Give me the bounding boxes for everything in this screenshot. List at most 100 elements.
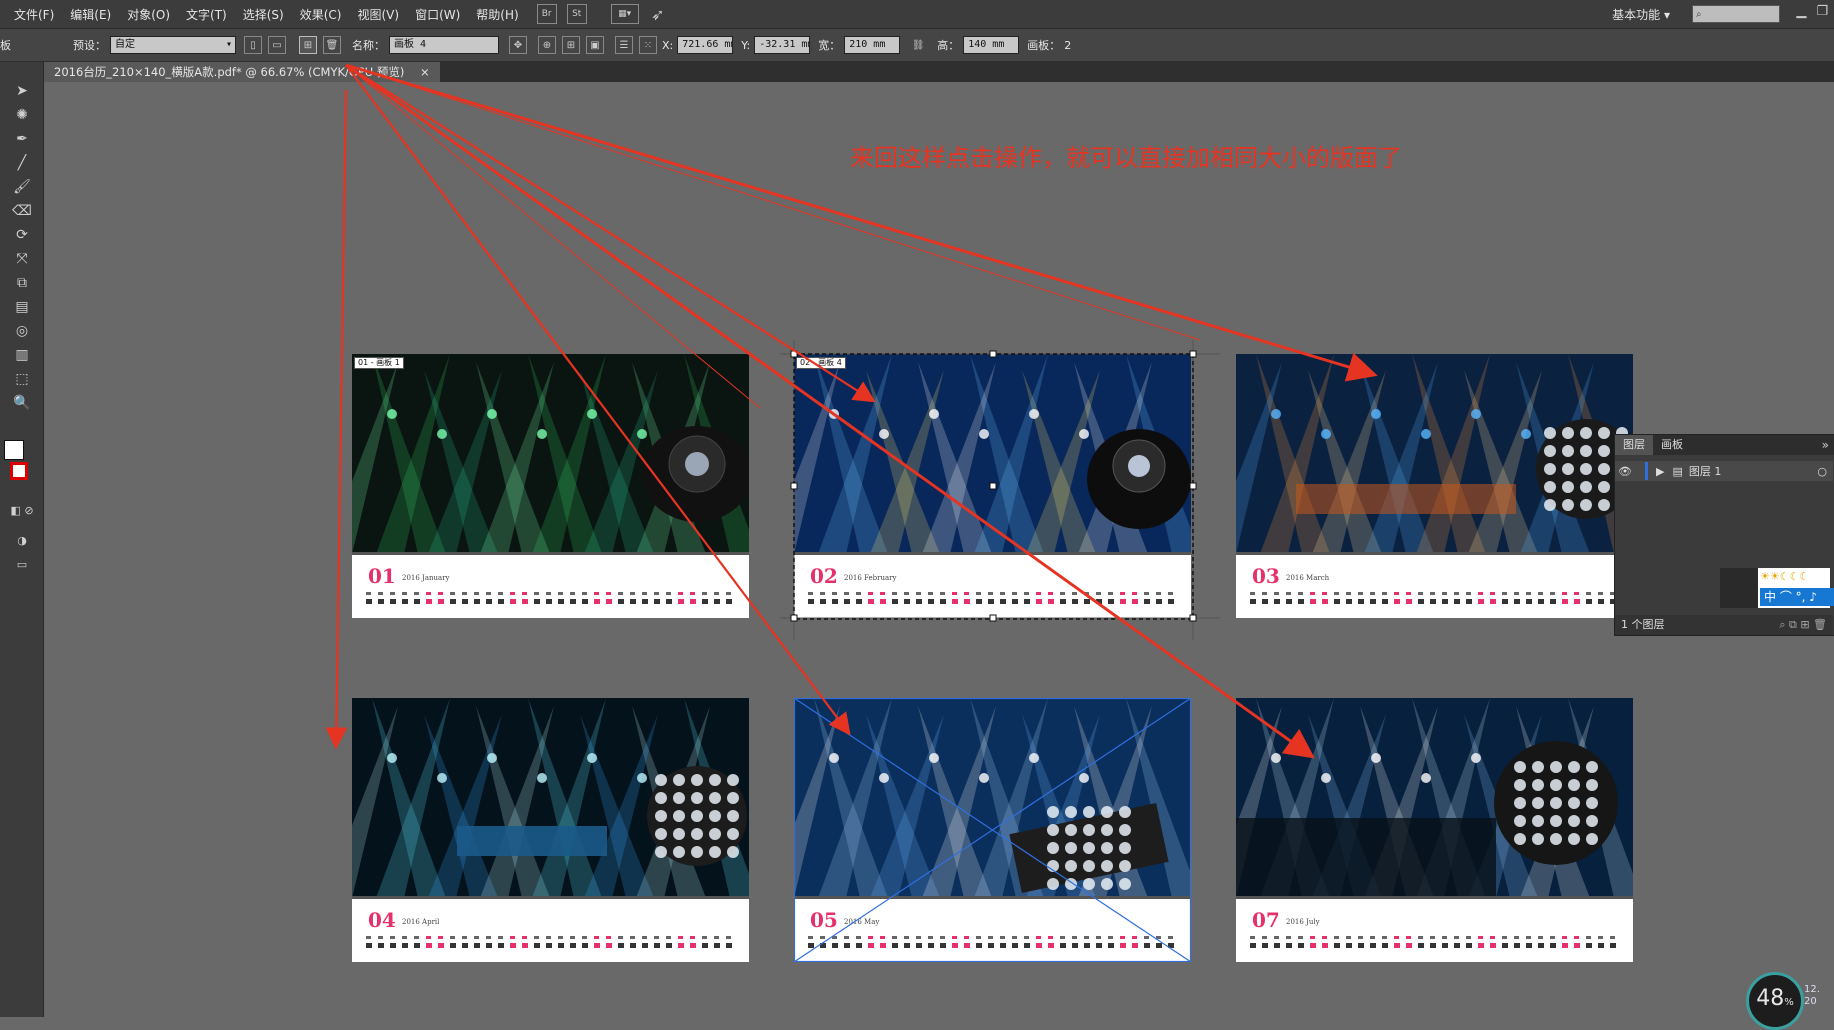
document-title: 2016台历_210×140_横版A款.pdf* @ 66.67% (CMYK/…	[54, 65, 405, 79]
corner-info-line: 20	[1804, 996, 1817, 1007]
search-input[interactable]: ⌕	[1692, 5, 1780, 23]
expand-triangle-icon[interactable]: ▶	[1656, 465, 1664, 478]
panel-menu-icon[interactable]: »	[1822, 438, 1834, 452]
performance-badge: 48%	[1746, 972, 1804, 1030]
show-cross-hairs-icon[interactable]: ⊞	[562, 36, 580, 54]
gpu-performance-icon[interactable]: ➶	[649, 5, 667, 24]
selection-tool-icon[interactable]: ➤	[10, 82, 34, 100]
artboard[interactable]: 03 2016 March	[1236, 354, 1633, 618]
panel-footer-icons[interactable]: ⌕ ⧉ ⊞ 🗑	[1779, 615, 1833, 635]
layer-row[interactable]: 👁 ▶ ▤ 图层 1 ○	[1615, 461, 1833, 481]
preset-value: 自定	[115, 39, 135, 50]
annotation-note: 来回这样点击操作，就可以直接加相同大小的版面了	[850, 144, 1402, 172]
minimize-icon[interactable]: ▁	[1796, 4, 1806, 19]
artboard-name-input[interactable]: 画板 4	[389, 36, 499, 54]
artboard-tool-icon[interactable]: ⬚	[10, 370, 34, 388]
month-title: 2016 January	[402, 574, 450, 582]
x-input[interactable]: 721.66 mm	[677, 36, 734, 54]
graph-tool-icon[interactable]: ▥	[10, 346, 34, 364]
eye-icon[interactable]: 👁	[1615, 465, 1635, 478]
gradient-tool-icon[interactable]: ▤	[10, 298, 34, 316]
document-tab[interactable]: 2016台历_210×140_横版A款.pdf* @ 66.67% (CMYK/…	[44, 62, 440, 82]
delete-artboard-icon[interactable]: 🗑	[323, 36, 341, 54]
artboard-options-icon[interactable]: ☰	[615, 36, 633, 54]
artboard[interactable]: 04 2016 April	[352, 698, 749, 962]
tools-panel: ➤ ✺ ✒ ╱ 🖌 ⌫ ⟳ ⤧ ⧉ ▤ ◎ ▥ ⬚ 🔍 ◧ ⊘ ◑ ▭	[0, 62, 44, 1017]
artboard-photo	[352, 698, 749, 898]
move-copy-artwork-icon[interactable]: ✥	[509, 36, 527, 54]
draw-mode-icon[interactable]: ◑	[10, 532, 34, 550]
corner-info-line: 12.	[1804, 984, 1820, 995]
menu-edit[interactable]: 编辑(E)	[62, 6, 119, 23]
menu-file[interactable]: 文件(F)	[0, 6, 62, 23]
menu-type[interactable]: 文字(T)	[178, 6, 235, 23]
calendar-days-row	[1250, 936, 1616, 948]
workspace-switcher[interactable]: 基本功能 ▾	[1612, 6, 1670, 23]
screen-mode-icon[interactable]: ▭	[10, 556, 34, 574]
tab-layers[interactable]: 图层	[1615, 435, 1653, 455]
name-label: 名称：	[352, 39, 385, 52]
menu-view[interactable]: 视图(V)	[349, 6, 407, 23]
layer-name[interactable]: 图层 1	[1689, 463, 1722, 479]
width-input[interactable]: 210 mm	[844, 36, 901, 54]
menu-select[interactable]: 选择(S)	[235, 6, 292, 23]
layer-count: 1 个图层	[1621, 618, 1665, 631]
zoom-tool-icon[interactable]: 🔍	[10, 394, 34, 412]
show-safe-areas-icon[interactable]: ▣	[586, 36, 604, 54]
layer-color-indicator	[1645, 462, 1648, 480]
y-input[interactable]: -32.31 mm	[754, 36, 811, 54]
weather-icons: ☀☀☾☾☾	[1760, 570, 1810, 583]
line-tool-icon[interactable]: ╱	[10, 154, 34, 172]
calendar-days-row	[1250, 592, 1616, 604]
ime-toolbar[interactable]: ☀☀☾☾☾ 中 ⌒ °, ♪	[1720, 568, 1834, 608]
corner-info: 12. 20	[1804, 984, 1820, 1008]
blend-tool-icon[interactable]: ◎	[10, 322, 34, 340]
preset-select[interactable]: 自定 ▾	[110, 36, 236, 54]
stroke-swatch[interactable]	[10, 462, 28, 480]
menu-effect[interactable]: 效果(C)	[292, 6, 350, 23]
free-transform-tool-icon[interactable]: ⤧	[10, 250, 34, 268]
month-title: 2016 July	[1286, 918, 1320, 926]
width-label: 宽：	[818, 39, 841, 52]
height-input[interactable]: 140 mm	[963, 36, 1020, 54]
pen-tool-icon[interactable]: ✒	[10, 130, 34, 148]
paintbrush-tool-icon[interactable]: 🖌	[10, 178, 34, 196]
bridge-button[interactable]: Br	[536, 4, 557, 24]
shape-builder-tool-icon[interactable]: ⧉	[10, 274, 34, 292]
artboard-count-value: 2	[1064, 38, 1072, 52]
menu-object[interactable]: 对象(O)	[119, 6, 178, 23]
portrait-icon[interactable]: ▯	[244, 36, 262, 54]
rotate-tool-icon[interactable]: ⟳	[10, 226, 34, 244]
target-circle-icon[interactable]: ○	[1817, 465, 1827, 478]
menu-bar: 文件(F) 编辑(E) 对象(O) 文字(T) 选择(S) 效果(C) 视图(V…	[0, 0, 1834, 29]
stock-button[interactable]: St	[566, 4, 587, 24]
calendar-days-row	[366, 936, 732, 948]
artboard-label[interactable]: 01 - 画板 1	[354, 357, 404, 369]
reference-point-icon[interactable]: ⁙	[639, 36, 657, 54]
menu-window[interactable]: 窗口(W)	[407, 6, 468, 23]
calendar-days-row	[366, 592, 732, 604]
menu-help[interactable]: 帮助(H)	[468, 6, 526, 23]
show-center-mark-icon[interactable]: ⊕	[538, 36, 556, 54]
chevron-down-icon: ▾	[225, 39, 232, 50]
artboard[interactable]: 07 2016 July	[1236, 698, 1633, 962]
restore-icon[interactable]: ❐	[1816, 4, 1828, 19]
search-icon: ⌕	[1696, 9, 1702, 20]
fill-swatch[interactable]	[4, 440, 24, 460]
control-bar: 板 预设： 自定 ▾ ▯ ▭ ⊞ 🗑 名称： 画板 4 ✥ ⊕ ⊞ ▣ ☰ ⁙ X…	[0, 29, 1834, 62]
color-mode-icons[interactable]: ◧ ⊘	[10, 502, 34, 520]
landscape-icon[interactable]: ▭	[268, 36, 286, 54]
artboard[interactable]: 01 2016 January	[352, 354, 749, 618]
tab-artboards[interactable]: 画板	[1653, 435, 1691, 455]
arrange-documents-icon[interactable]: ▦▾	[610, 4, 639, 24]
placeholder-cross	[794, 698, 1191, 962]
link-proportions-icon[interactable]: ⛓	[910, 37, 926, 53]
new-artboard-button[interactable]: ⊞	[299, 36, 317, 54]
eraser-tool-icon[interactable]: ⌫	[10, 202, 34, 220]
magic-wand-tool-icon[interactable]: ✺	[10, 106, 34, 124]
month-title: 2016 April	[402, 918, 440, 926]
ime-language[interactable]: 中 ⌒ °, ♪	[1760, 588, 1834, 606]
month-title: 2016 March	[1286, 574, 1330, 582]
close-tab-icon[interactable]: ×	[420, 65, 430, 79]
avatar	[1720, 568, 1758, 608]
